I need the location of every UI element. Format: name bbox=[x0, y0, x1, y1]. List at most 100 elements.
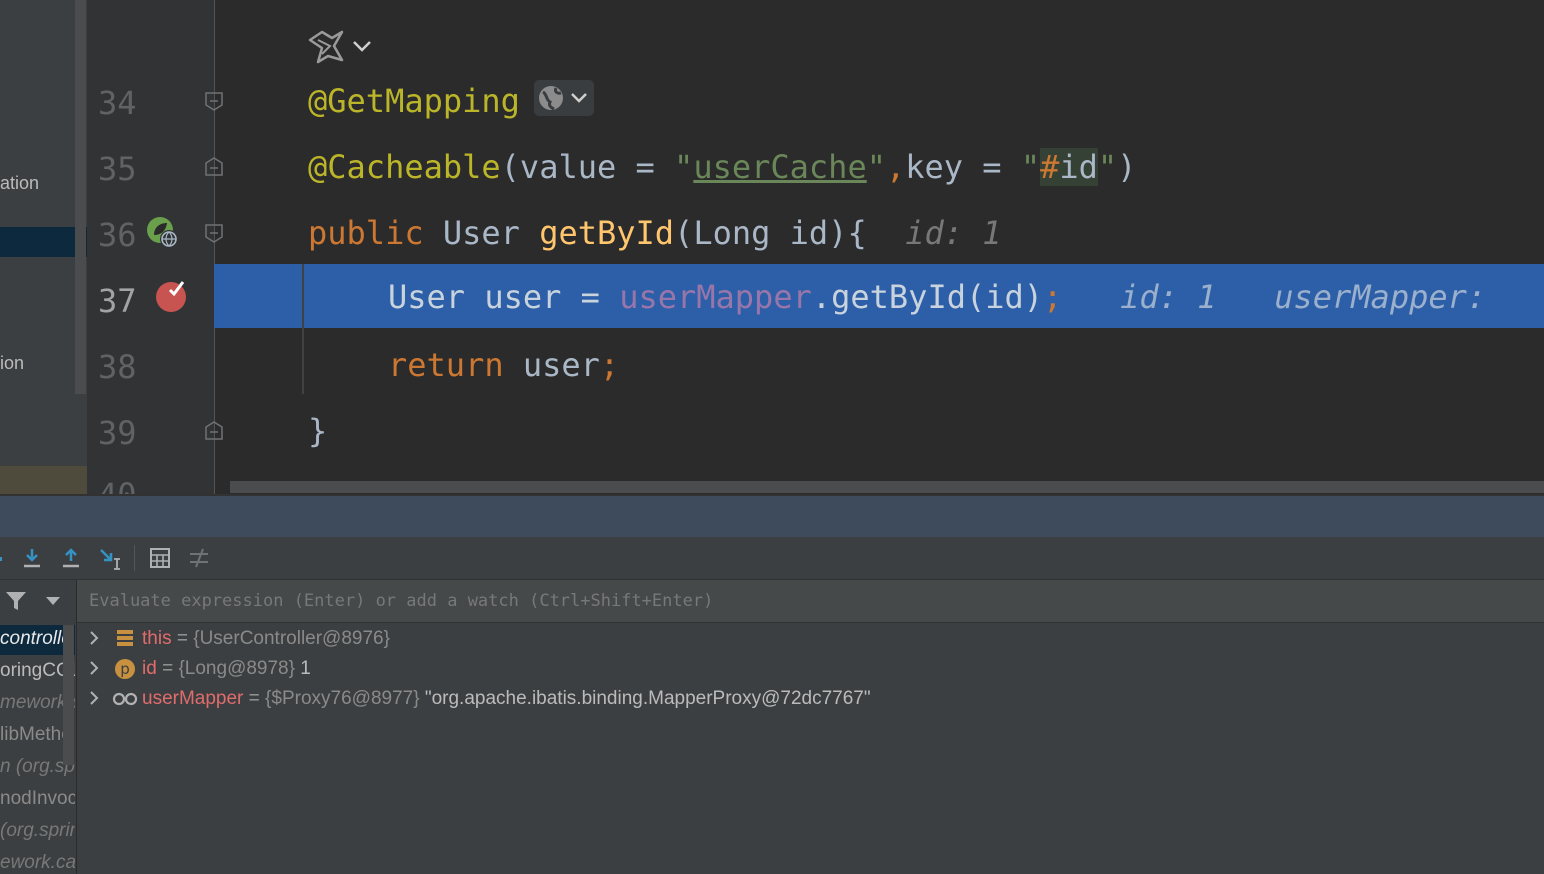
parameter-icon: p bbox=[115, 659, 135, 679]
code-operator: = bbox=[963, 148, 1021, 186]
variable-row[interactable]: this = {UserController@8976} bbox=[142, 628, 390, 650]
project-panel: ation ion bbox=[0, 0, 87, 494]
indent-guide bbox=[302, 264, 304, 394]
variables-panel bbox=[77, 580, 1544, 874]
evaluate-expression-input[interactable]: Evaluate expression (Enter) or add a wat… bbox=[89, 591, 713, 611]
variable-type: {$Proxy76@8977} bbox=[265, 688, 420, 709]
code-quote: " bbox=[674, 148, 694, 186]
hint-text: id: 1 bbox=[1120, 278, 1217, 316]
step-out-icon[interactable] bbox=[58, 545, 84, 571]
line-number: 35 bbox=[98, 150, 137, 188]
line-number: 36 bbox=[98, 216, 137, 254]
code-quote: " bbox=[866, 148, 886, 186]
code-text: User user = bbox=[388, 278, 620, 316]
chevron-right-icon[interactable] bbox=[88, 690, 100, 706]
code-brace: } bbox=[308, 412, 328, 450]
stack-frame[interactable]: ework.cac bbox=[0, 852, 75, 874]
project-panel-footer bbox=[0, 466, 87, 494]
inline-value-hint: id: 1 userMapper: bbox=[1062, 278, 1505, 316]
variable-row[interactable]: id = {Long@8978} 1 bbox=[142, 658, 311, 680]
code-punct: ; bbox=[599, 346, 620, 384]
code-line-34[interactable]: @GetMapping bbox=[308, 82, 520, 120]
code-operator: = bbox=[616, 148, 675, 186]
filter-icon[interactable] bbox=[4, 590, 30, 612]
project-tree-item[interactable]: ation bbox=[0, 173, 39, 194]
chevron-right-icon[interactable] bbox=[88, 660, 100, 676]
code-annotation: @Cacheable bbox=[308, 148, 501, 186]
fold-collapse-icon[interactable] bbox=[203, 90, 225, 112]
line-number: 38 bbox=[98, 348, 137, 386]
endpoint-globe-icon[interactable] bbox=[534, 80, 594, 116]
code-type: User bbox=[423, 214, 540, 252]
line-number-current: 37 bbox=[98, 282, 137, 320]
chevron-right-icon[interactable] bbox=[88, 630, 100, 646]
fold-collapse-icon[interactable] bbox=[203, 156, 225, 178]
code-keyword: public bbox=[308, 214, 424, 252]
editor-horizontal-scrollbar[interactable] bbox=[230, 481, 1544, 493]
code-line-35[interactable]: @Cacheable(value = "userCache",key = "#i… bbox=[308, 148, 1136, 186]
code-ident: id bbox=[1059, 148, 1098, 186]
code-params: (Long id){ bbox=[674, 214, 867, 252]
code-punct: , bbox=[885, 148, 906, 186]
spel-expression: #id bbox=[1040, 148, 1098, 186]
frames-scrollbar[interactable] bbox=[63, 625, 74, 765]
breakpoint-icon[interactable] bbox=[154, 278, 190, 314]
project-tree-item[interactable]: ion bbox=[0, 353, 24, 374]
frames-panel: controlle oringCGL mework.c libMetho n (… bbox=[0, 580, 77, 874]
variable-type: {Long@8978} bbox=[178, 658, 295, 679]
code-ident: user bbox=[503, 346, 600, 384]
code-string[interactable]: userCache bbox=[693, 148, 866, 186]
code-line-38[interactable]: return user; bbox=[388, 346, 619, 384]
trace-current-stream-icon[interactable] bbox=[186, 545, 212, 571]
project-scrollbar[interactable] bbox=[75, 0, 86, 394]
code-method: getById bbox=[539, 214, 675, 252]
line-number: 39 bbox=[98, 414, 137, 452]
code-punct: ) bbox=[1117, 148, 1137, 186]
project-tree-selected-item[interactable] bbox=[0, 227, 87, 257]
variable-name: this bbox=[142, 628, 172, 649]
evaluate-expression-bar[interactable]: Evaluate expression (Enter) or add a wat… bbox=[77, 580, 1544, 623]
code-quote: " bbox=[1020, 148, 1041, 186]
line-number: 34 bbox=[98, 84, 137, 122]
code-line-37[interactable]: User user = userMapper.getById(id); id: … bbox=[388, 278, 1505, 316]
code-field: userMapper bbox=[619, 278, 812, 316]
evaluate-expression-icon[interactable] bbox=[147, 545, 173, 571]
variable-name: userMapper bbox=[142, 688, 244, 709]
code-param: key bbox=[905, 148, 964, 186]
field-icon bbox=[117, 630, 133, 646]
code-punct: ; bbox=[1043, 278, 1063, 316]
debug-tool-window-header bbox=[0, 494, 1544, 538]
toolbar-separator bbox=[134, 545, 135, 571]
variable-equals: = bbox=[156, 658, 179, 679]
variable-value: "org.apache.ibatis.binding.MapperProxy@7… bbox=[419, 688, 871, 709]
variable-equals: = bbox=[171, 628, 194, 649]
stack-frame[interactable]: nodInvoca bbox=[0, 788, 75, 810]
execution-point-line: User user = userMapper.getById(id); id: … bbox=[214, 264, 1544, 328]
stack-frame[interactable]: (org.sprin bbox=[0, 820, 75, 842]
code-line-39[interactable]: } bbox=[308, 412, 327, 450]
dropdown-arrow-icon[interactable] bbox=[44, 594, 62, 608]
fold-expand-end-icon[interactable] bbox=[203, 420, 225, 442]
variable-row[interactable]: userMapper = {$Proxy76@8977} "org.apache… bbox=[142, 688, 871, 710]
code-hash: # bbox=[1040, 148, 1060, 186]
step-into-icon[interactable] bbox=[19, 545, 45, 571]
code-punct: ( bbox=[500, 148, 520, 186]
code-param: value bbox=[519, 148, 617, 186]
code-annotation: @GetMapping bbox=[308, 82, 520, 120]
code-quote: " bbox=[1097, 148, 1118, 186]
inline-value-hint: id: 1 bbox=[867, 214, 1002, 252]
spring-endpoints-icon[interactable] bbox=[304, 26, 376, 66]
watch-glasses-icon bbox=[112, 692, 138, 706]
step-over-icon[interactable] bbox=[0, 545, 20, 571]
variable-value: 1 bbox=[294, 658, 311, 679]
variable-equals: = bbox=[243, 688, 266, 709]
variable-name: id bbox=[142, 658, 157, 679]
line-number: 40 bbox=[98, 476, 143, 494]
hint-text: id: 1 bbox=[905, 214, 1002, 252]
code-text: .getById(id) bbox=[811, 278, 1044, 316]
run-to-cursor-icon[interactable] bbox=[97, 545, 123, 571]
code-line-36[interactable]: public User getById(Long id){ id: 1 bbox=[308, 214, 1002, 252]
fold-collapse-icon[interactable] bbox=[203, 222, 225, 244]
hint-text: userMapper: bbox=[1274, 278, 1506, 316]
spring-bean-icon[interactable] bbox=[145, 215, 179, 249]
